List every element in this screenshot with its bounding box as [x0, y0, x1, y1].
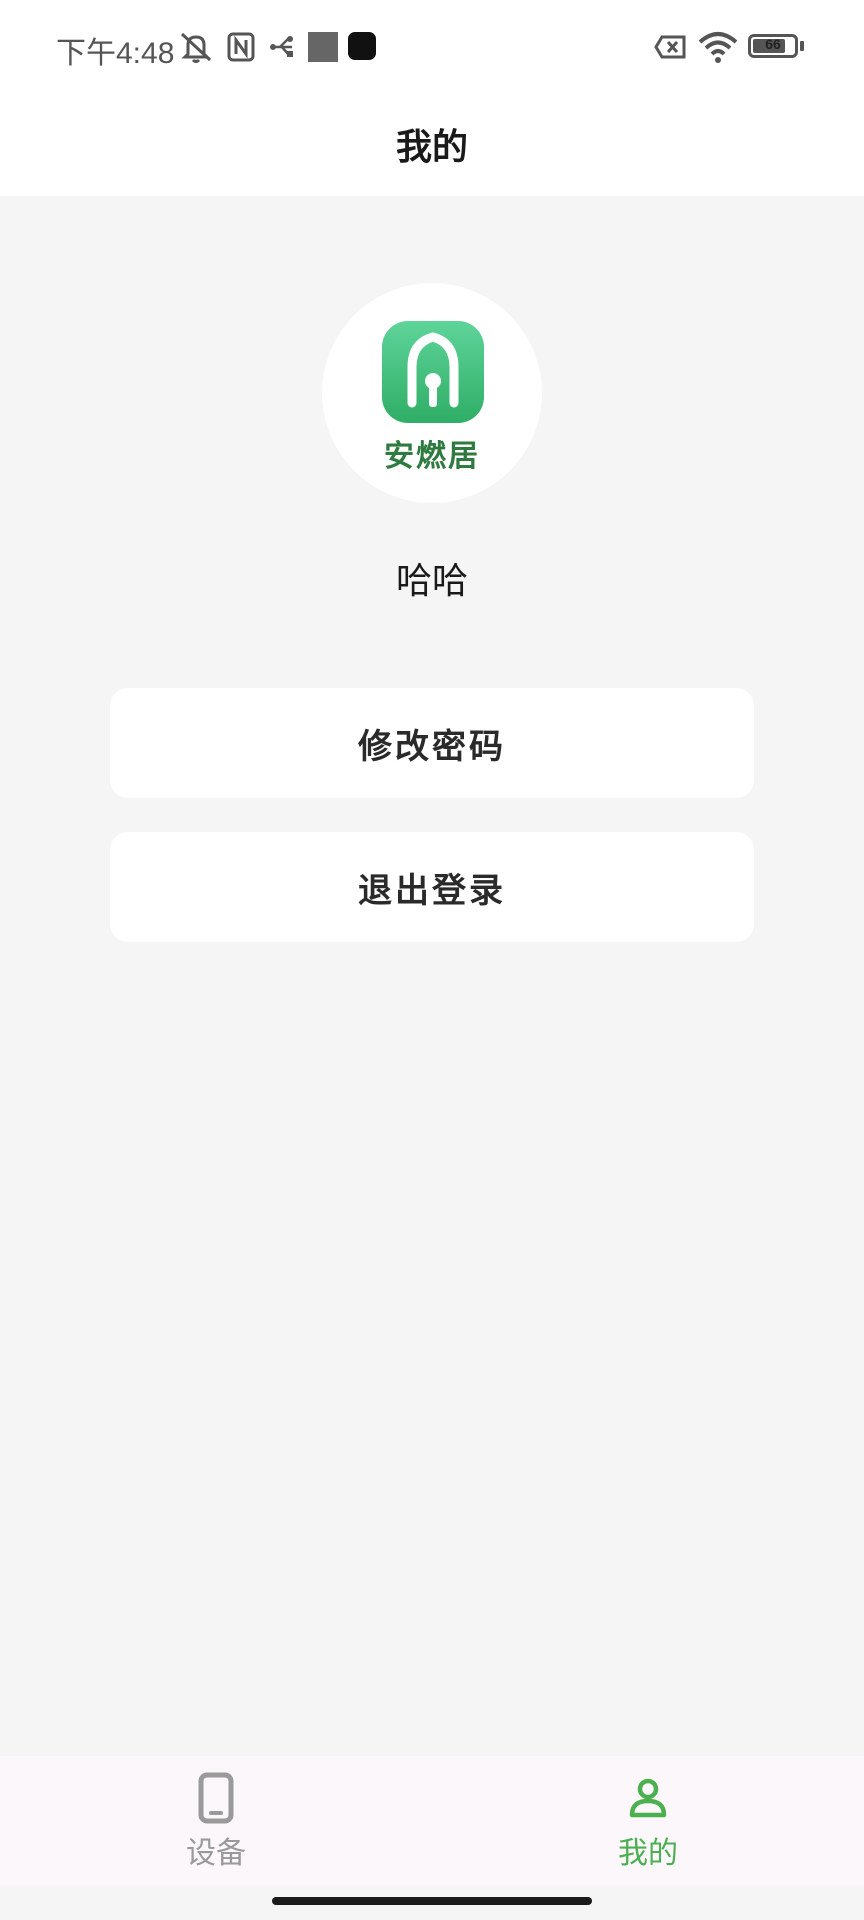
app-logo-icon: [382, 321, 484, 423]
home-indicator[interactable]: [272, 1897, 592, 1905]
battery-tip: [800, 41, 804, 51]
status-bar: 下午4:48 66: [0, 0, 864, 96]
logout-button[interactable]: 退出登录: [110, 832, 754, 942]
nav-label-mine: 我的: [618, 1836, 678, 1871]
change-password-button[interactable]: 修改密码: [110, 688, 754, 798]
nav-label-devices: 设备: [186, 1836, 246, 1871]
battery-icon: 66: [748, 34, 798, 58]
page-header: 我的: [0, 96, 864, 196]
nav-tab-devices[interactable]: 设备: [0, 1756, 432, 1886]
wifi-icon: [698, 32, 738, 63]
nav-tab-mine[interactable]: 我的: [432, 1756, 864, 1886]
page-title: 我的: [395, 127, 468, 168]
status-time: 下午4:48: [56, 37, 175, 70]
notification-square-icon: [308, 32, 338, 62]
nfc-icon: [227, 32, 255, 62]
bottom-nav: 设备 我的: [0, 1756, 864, 1886]
screen: 下午4:48 66 我的 安燃居 哈哈 修改密码 退出登录 设备 我的: [0, 0, 864, 1920]
battery-level: 66: [765, 36, 781, 52]
usb-icon: [270, 36, 293, 57]
avatar[interactable]: 安燃居: [322, 283, 542, 503]
notification-app-icon: [348, 32, 376, 60]
person-icon: [629, 1778, 667, 1818]
phone-icon: [198, 1772, 234, 1824]
mute-icon: [180, 32, 212, 63]
app-logo-text: 安燃居: [384, 439, 480, 474]
no-sim-icon: [654, 35, 686, 59]
username: 哈哈: [395, 561, 468, 602]
